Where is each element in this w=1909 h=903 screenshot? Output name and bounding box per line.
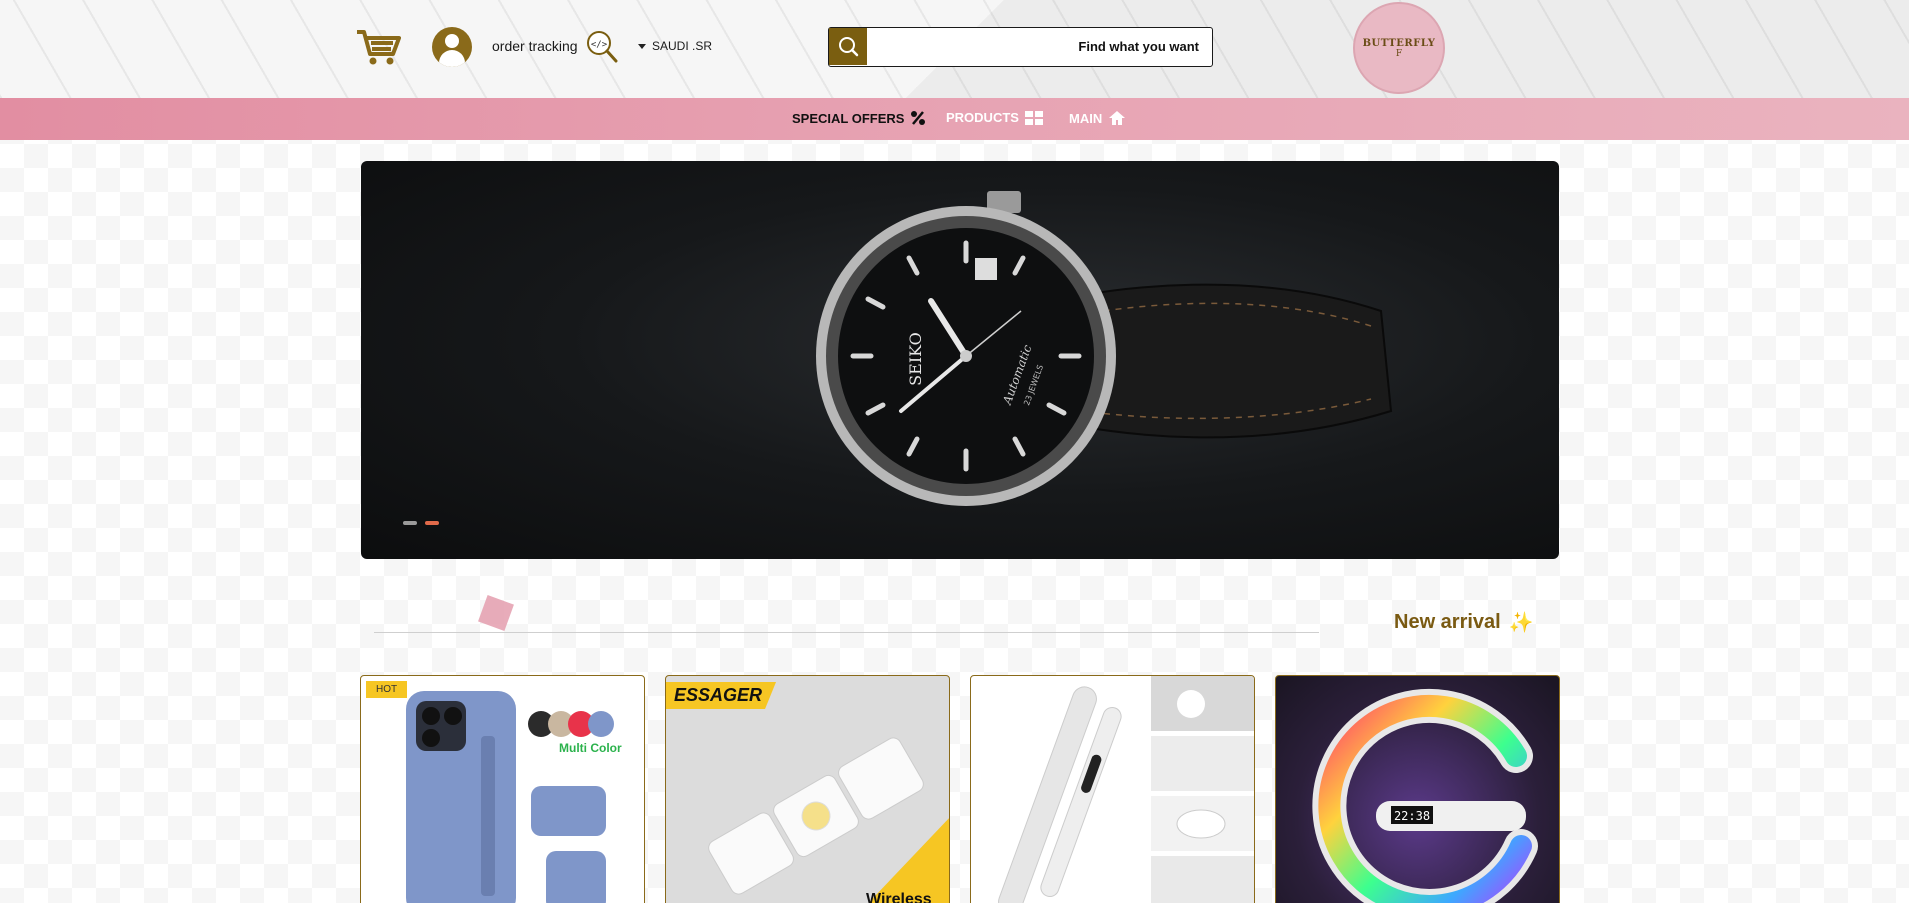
product-label: Wireless <box>866 891 932 903</box>
section-title: New arrival ✨ <box>1394 610 1534 635</box>
product-label: Multi Color <box>559 741 622 755</box>
tracking-search-icon[interactable]: </> <box>586 30 618 64</box>
nav-main-label: MAIN <box>1069 110 1103 126</box>
logo-sub: F <box>1395 48 1403 59</box>
search-input[interactable] <box>869 28 1209 65</box>
nav-special-offers[interactable]: SPECIAL OFFERS <box>792 110 926 126</box>
currency-selector[interactable]: SAUDI .SR <box>638 39 712 53</box>
search-icon <box>839 36 859 56</box>
watch-brand-text: SEIKO <box>906 332 925 386</box>
search-button[interactable] <box>829 28 867 65</box>
nav-special-offers-label: SPECIAL OFFERS <box>792 110 905 126</box>
banner-dot-1[interactable] <box>403 521 417 525</box>
caret-down-icon <box>638 44 646 50</box>
hot-badge: HOT <box>366 681 408 698</box>
section-divider <box>374 632 1319 633</box>
nav-products-label: PRODUCTS <box>946 110 1019 125</box>
wireless-charger-image <box>708 737 949 903</box>
nav-main[interactable]: MAIN <box>1069 110 1126 126</box>
sparkle-icon: ✨ <box>1508 612 1534 634</box>
grid-icon <box>1024 110 1043 125</box>
rgb-speaker-lamp-image: 22:38 <box>1312 688 1538 903</box>
product-card[interactable]: HOT Multi Color <box>360 675 645 903</box>
section-title-text: New arrival <box>1394 611 1501 633</box>
cleaning-pen-image <box>998 676 1254 903</box>
watch-image: SEIKO Automatic 23 JEWELS <box>816 191 1393 506</box>
currency-label: SAUDI .SR <box>652 39 713 53</box>
search-box <box>828 27 1213 67</box>
nav-products[interactable]: PRODUCTS <box>946 110 1043 125</box>
clock-display: 22:38 <box>1394 809 1430 823</box>
header: order tracking </> SAUDI .SR BUTTERFLY F <box>0 0 1909 98</box>
hero-banner[interactable]: SEIKO Automatic 23 JEWELS <box>361 161 1559 559</box>
cart-icon[interactable] <box>355 28 401 66</box>
product-card[interactable]: ESSAGER Wireless <box>665 675 950 903</box>
brand-badge: ESSAGER <box>666 682 777 709</box>
product-card[interactable] <box>970 675 1255 903</box>
order-tracking-link[interactable]: order tracking <box>492 38 578 54</box>
percent-icon <box>911 111 926 125</box>
banner-pagination <box>403 521 439 525</box>
product-card[interactable]: 22:38 <box>1275 675 1560 903</box>
main-nav: SPECIAL OFFERS PRODUCTS MAIN <box>0 98 1909 140</box>
svg-text:</>: </> <box>591 40 608 50</box>
store-logo[interactable]: BUTTERFLY F <box>1353 2 1445 94</box>
account-icon[interactable] <box>432 27 472 67</box>
home-icon <box>1109 111 1126 125</box>
logo-text: BUTTERFLY <box>1362 37 1436 49</box>
phone-case-image <box>406 691 614 903</box>
banner-dot-2[interactable] <box>425 521 439 525</box>
